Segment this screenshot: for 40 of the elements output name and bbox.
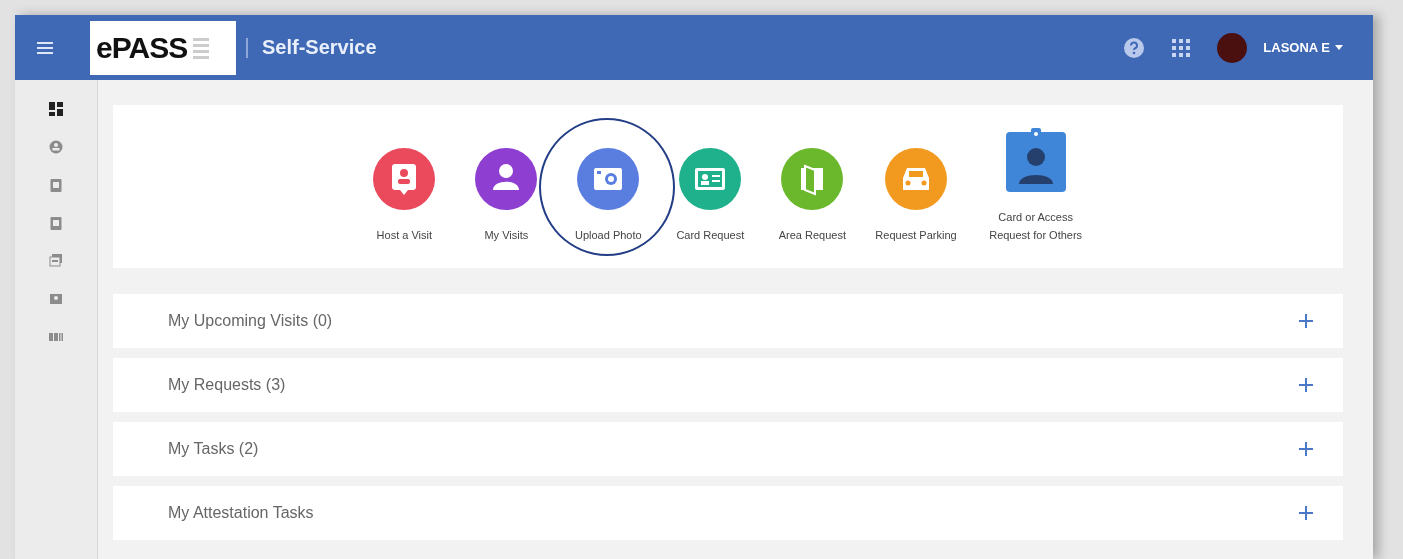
collapsible-panel[interactable]: My Requests (3) bbox=[113, 358, 1343, 412]
tile-label[interactable]: My Visits bbox=[484, 226, 529, 244]
panel-title: My Requests (3) bbox=[168, 376, 286, 394]
tile-label[interactable]: Area Request bbox=[778, 226, 846, 244]
apps-grid-icon[interactable] bbox=[1171, 37, 1192, 58]
person-tile-icon[interactable] bbox=[473, 146, 540, 212]
card-icon[interactable] bbox=[49, 292, 63, 306]
tile-label[interactable]: Upload Photo bbox=[575, 226, 642, 244]
clipboard-icon[interactable] bbox=[49, 178, 63, 192]
panel-title: My Upcoming Visits (0) bbox=[168, 312, 333, 330]
camera-tile-icon[interactable] bbox=[575, 146, 642, 212]
epass-logo[interactable]: ePASS bbox=[90, 20, 236, 75]
tile-label[interactable]: Host a Visit bbox=[376, 226, 433, 244]
collapsible-panel[interactable]: My Upcoming Visits (0) bbox=[113, 294, 1343, 348]
panel-title: My Attestation Tasks bbox=[168, 504, 314, 522]
plus-icon[interactable] bbox=[1299, 378, 1313, 392]
person-icon[interactable] bbox=[49, 140, 63, 154]
collapsible-panel[interactable]: My Attestation Tasks bbox=[113, 486, 1343, 540]
tile-label[interactable]: Card or Access Request for Others bbox=[980, 208, 1091, 244]
plus-icon[interactable] bbox=[1299, 506, 1313, 520]
user-menu-button[interactable]: LASONA E bbox=[1263, 40, 1343, 55]
clipboard-icon[interactable] bbox=[49, 216, 63, 230]
help-icon[interactable] bbox=[1123, 36, 1146, 59]
panel-title: My Tasks (2) bbox=[168, 440, 259, 458]
idcard-tile-icon[interactable] bbox=[677, 146, 744, 212]
caret-icon bbox=[1335, 45, 1343, 50]
door-tile-icon[interactable] bbox=[779, 146, 846, 212]
user-avatar[interactable] bbox=[1217, 32, 1248, 63]
car-tile-icon[interactable] bbox=[883, 146, 949, 212]
collapsible-panel[interactable]: My Tasks (2) bbox=[113, 422, 1343, 476]
plus-icon[interactable] bbox=[1299, 442, 1313, 456]
grid-icon[interactable] bbox=[49, 330, 63, 344]
stack-icon[interactable] bbox=[49, 254, 63, 268]
app-title: Self-Service bbox=[262, 36, 377, 59]
plus-icon[interactable] bbox=[1299, 314, 1313, 328]
tile-label[interactable]: Request Parking bbox=[875, 226, 957, 244]
logo-text: ePASS bbox=[96, 30, 188, 65]
host-tile-icon[interactable] bbox=[371, 146, 438, 212]
dashboard-icon[interactable] bbox=[49, 102, 63, 116]
tile-label[interactable]: Card Request bbox=[676, 226, 745, 244]
